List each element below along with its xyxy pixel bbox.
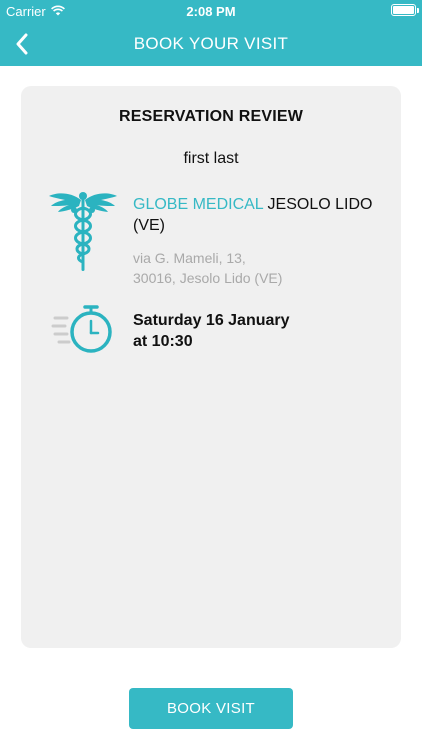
patient-name: first last <box>183 150 239 167</box>
appointment-datetime: Saturday 16 January at 10:30 <box>133 310 383 352</box>
stopwatch-icon <box>51 305 112 353</box>
status-time: 2:08 PM <box>186 4 236 19</box>
book-visit-button[interactable]: BOOK VISIT <box>129 688 293 729</box>
status-bar: Carrier 2:08 PM <box>0 0 422 22</box>
battery-tip <box>417 8 419 13</box>
status-right <box>391 4 419 16</box>
caduceus-icon <box>49 192 117 271</box>
reservation-card: RESERVATION REVIEW first last GLOBE MEDI… <box>21 86 401 648</box>
battery-fill <box>393 6 414 14</box>
address-line-2: 30016, Jesolo Lido (VE) <box>133 270 283 286</box>
address-line-1: via G. Mameli, 13, <box>133 250 246 266</box>
card-title: RESERVATION REVIEW <box>118 108 304 125</box>
clinic-brand: GLOBE MEDICAL <box>133 196 264 213</box>
page-title: BOOK YOUR VISIT <box>133 34 289 53</box>
clinic-name: GLOBE MEDICAL JESOLO LIDO (VE) <box>133 194 393 236</box>
appointment-date: Saturday 16 January <box>133 312 290 329</box>
appointment-time: at 10:30 <box>133 333 193 350</box>
battery-icon <box>391 4 419 16</box>
clinic-address: via G. Mameli, 13, 30016, Jesolo Lido (V… <box>133 248 393 288</box>
clinic-info: GLOBE MEDICAL JESOLO LIDO (VE) via G. Ma… <box>133 194 393 288</box>
app-header: Carrier 2:08 PM BOOK YOUR VISIT <box>0 0 422 66</box>
